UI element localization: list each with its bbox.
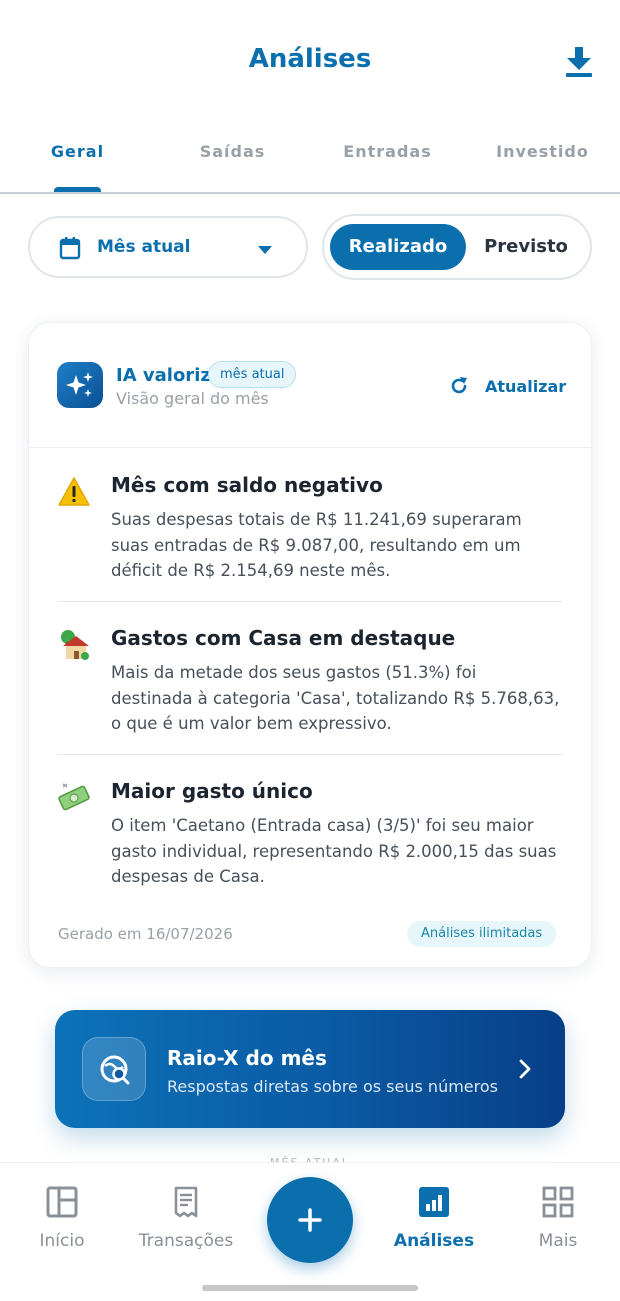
app-header: Análises [0, 0, 620, 120]
period-badge: mês atual [208, 361, 297, 388]
tab-geral[interactable]: Geral [0, 142, 155, 161]
plus-icon [298, 1208, 322, 1232]
insight-title: Gastos com Casa em destaque [111, 626, 456, 650]
period-label: Mês atual [97, 237, 191, 257]
calendar-icon [59, 237, 81, 260]
nav-item-inicio[interactable]: Início [0, 1185, 124, 1251]
chevron-right-icon [519, 1059, 531, 1079]
divider [57, 601, 563, 602]
insight-title: Mês com saldo negativo [111, 473, 383, 497]
nav-item-mais[interactable]: Mais [496, 1185, 620, 1251]
ai-insights-card: IA valoriz mês atual Visão geral do mês … [28, 322, 592, 968]
tab-saidas[interactable]: Saídas [155, 142, 310, 161]
realizado-previsto-toggle: Realizado Previsto [322, 214, 592, 280]
receipt-icon [174, 1186, 198, 1218]
raio-x-subtitle: Respostas diretas sobre os seus números [167, 1077, 498, 1096]
layout-icon [46, 1186, 78, 1218]
insight-body: Suas despesas totais de R$ 11.241,69 sup… [111, 510, 522, 580]
divider [57, 754, 563, 755]
tab-investido[interactable]: Investido [465, 142, 620, 161]
add-transaction-button[interactable] [267, 1177, 353, 1263]
chart-icon [419, 1187, 449, 1217]
bottom-nav: Início Transações Análises Mais [0, 1162, 620, 1301]
tab-entradas[interactable]: Entradas [310, 142, 465, 161]
caret-down-icon [258, 246, 272, 254]
divider [29, 447, 591, 448]
unlimited-badge: Análises ilimitadas [407, 921, 557, 947]
sparkle-icon [57, 362, 103, 408]
nav-label: Mais [538, 1231, 578, 1251]
period-dropdown[interactable]: Mês atual [28, 216, 308, 278]
realizado-button[interactable]: Realizado [330, 224, 466, 270]
money-icon [58, 783, 90, 811]
house-icon [61, 630, 89, 660]
ai-title: IA valoriz [116, 365, 211, 386]
raio-x-title: Raio-X do mês [167, 1046, 327, 1070]
nav-label: Transações [138, 1231, 234, 1251]
previsto-button[interactable]: Previsto [466, 224, 586, 270]
nav-item-analises[interactable]: Análises [372, 1185, 496, 1251]
nav-item-transacoes[interactable]: Transações [124, 1185, 248, 1251]
raio-x-icon [82, 1037, 146, 1101]
active-tab-indicator [54, 187, 101, 192]
download-icon [566, 47, 592, 77]
page-title: Análises [248, 44, 372, 74]
warning-icon [58, 477, 90, 506]
download-button[interactable] [562, 44, 596, 80]
insight-body: Mais da metade dos seus gastos (51.3%) f… [111, 663, 560, 733]
raio-x-banner[interactable]: Raio-X do mês Respostas diretas sobre os… [55, 1010, 565, 1128]
grid-icon [542, 1186, 574, 1218]
insight-title: Maior gasto único [111, 779, 313, 803]
ai-subtitle: Visão geral do mês [116, 389, 269, 408]
refresh-icon[interactable] [448, 375, 470, 397]
nav-label: Início [39, 1231, 85, 1251]
home-indicator[interactable] [202, 1285, 418, 1291]
generated-date: Gerado em 16/07/2026 [58, 925, 233, 943]
refresh-button[interactable]: Atualizar [485, 377, 566, 396]
analysis-tabs: Geral Saídas Entradas Investido [0, 120, 620, 194]
nav-label: Análises [393, 1231, 475, 1251]
insight-body: O item 'Caetano (Entrada casa) (3/5)' fo… [111, 816, 557, 886]
